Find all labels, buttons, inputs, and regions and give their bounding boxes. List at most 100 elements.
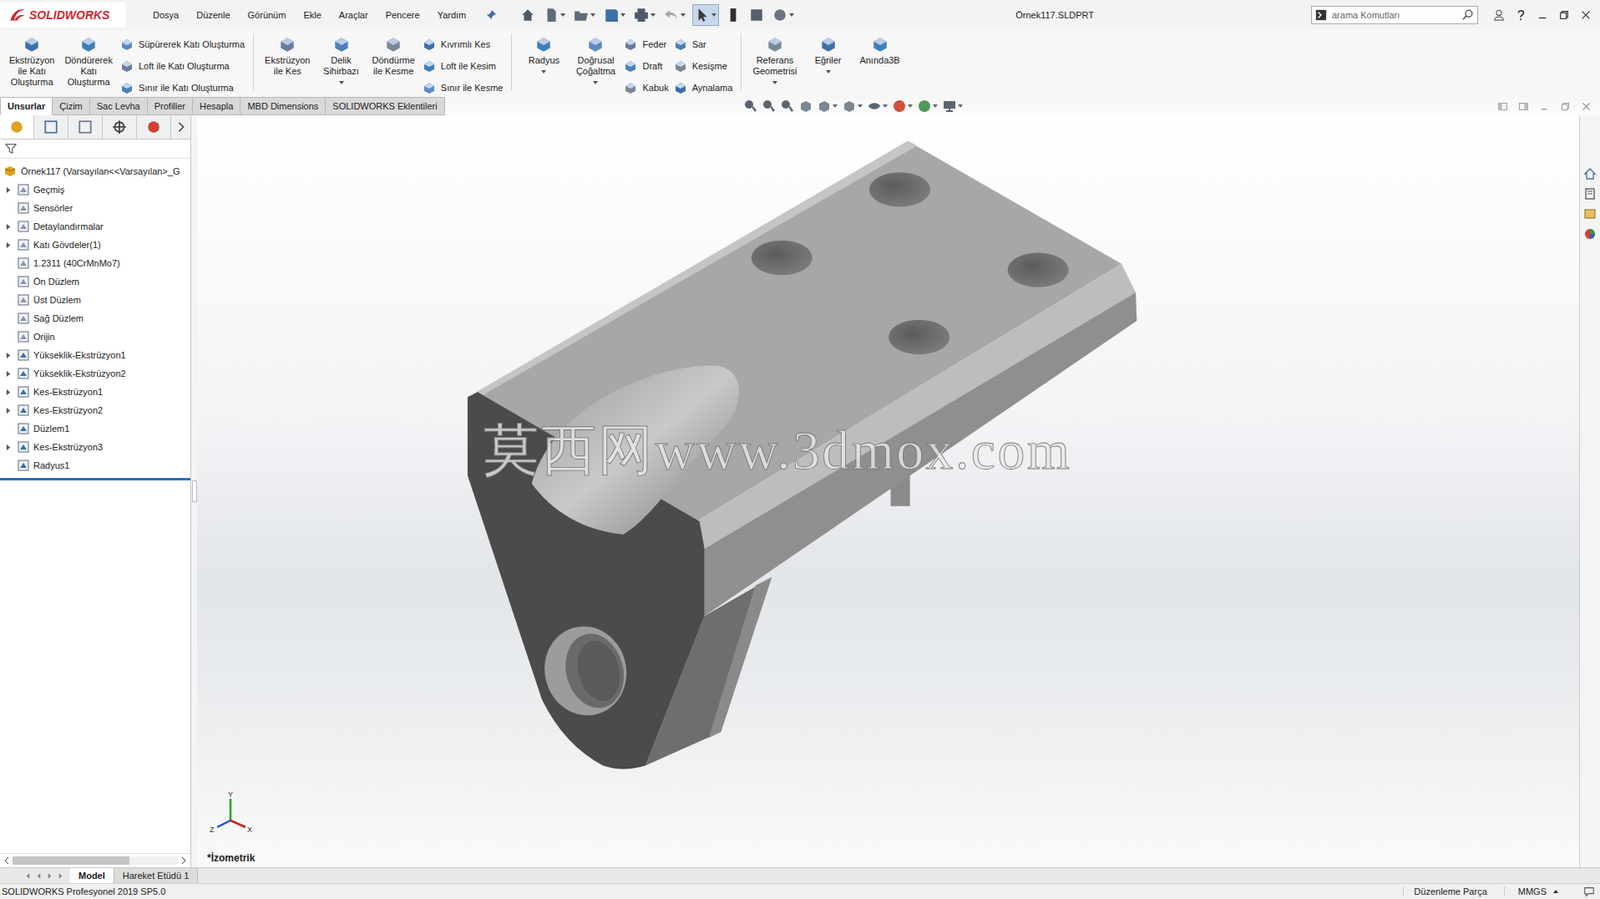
view-tool-button[interactable]: [762, 99, 776, 113]
scroll-left-icon[interactable]: [3, 855, 11, 865]
close-icon[interactable]: [1579, 9, 1592, 21]
command-button[interactable]: DöndürerekKatıOluşturma: [61, 33, 115, 90]
search-box[interactable]: arama Komutları: [1311, 5, 1479, 25]
tree-item[interactable]: Detaylandırmalar: [0, 217, 191, 236]
command-tab[interactable]: Hesapla: [192, 96, 241, 116]
appearances-icon[interactable]: [1583, 227, 1597, 241]
command-button[interactable]: Ekstrüzyonile Kes: [262, 33, 313, 79]
menu-item[interactable]: Ekle: [303, 10, 321, 21]
scroll-thumb[interactable]: [12, 855, 130, 865]
app-logo[interactable]: SOLIDWORKS: [0, 2, 126, 28]
command-button[interactable]: DoğrusalÇoğaltma: [572, 33, 619, 87]
tab-nav-arrow-icon[interactable]: [25, 871, 31, 880]
menu-item[interactable]: Pencere: [385, 10, 421, 21]
tab-nav-arrow-icon[interactable]: [46, 871, 53, 880]
toolbar-button[interactable]: [770, 5, 796, 26]
tree-item[interactable]: Kes-Ekstrüzyon1: [0, 382, 191, 401]
toolbar-button[interactable]: [662, 5, 688, 26]
toolbar-button[interactable]: [747, 5, 766, 26]
command-button[interactable]: Aynalama: [673, 79, 734, 97]
command-button[interactable]: ReferansGeometrisi: [749, 33, 800, 87]
dropdown-caret-icon[interactable]: [592, 81, 598, 85]
expand-arrow-icon[interactable]: [5, 222, 12, 231]
command-button[interactable]: Feder: [623, 35, 669, 53]
command-button[interactable]: Ekstrüzyonile KatıOluşturma: [6, 33, 57, 90]
tree-item[interactable]: Katı Gövdeler(1): [0, 235, 191, 254]
expand-arrow-icon[interactable]: [5, 406, 12, 415]
view-tool-button[interactable]: [892, 99, 913, 113]
toolbar-button[interactable]: [632, 5, 658, 26]
expand-arrow-icon[interactable]: [5, 351, 12, 360]
view-tool-button[interactable]: [867, 99, 888, 113]
tree-item[interactable]: Ön Düzlem: [0, 272, 191, 291]
menu-item[interactable]: Düzenle: [196, 10, 230, 21]
tree-item[interactable]: Sağ Düzlem: [0, 308, 191, 328]
command-button[interactable]: Anında3B: [856, 33, 904, 68]
tab-nav-arrow-icon[interactable]: [57, 871, 64, 880]
doc-close-icon[interactable]: [1580, 101, 1592, 112]
expand-arrow-icon[interactable]: [5, 388, 12, 396]
resources-home-icon[interactable]: [1583, 167, 1597, 181]
panel-tab[interactable]: [68, 115, 103, 139]
dropdown-caret-icon[interactable]: [541, 70, 547, 74]
command-button[interactable]: Sınır ile Katı Oluşturma: [120, 79, 245, 97]
tree-item[interactable]: Orijin: [0, 327, 191, 346]
tree-item[interactable]: Yükseklik-Ekstrüzyon1: [0, 345, 191, 365]
menu-item[interactable]: Yardım: [437, 10, 467, 21]
tree-item[interactable]: Kes-Ekstrüzyon3: [0, 437, 191, 456]
command-button[interactable]: Sınır ile Kesme: [422, 79, 504, 97]
toolbar-button[interactable]: [572, 5, 598, 26]
tree-item[interactable]: Yükseklik-Ekstrüzyon2: [0, 364, 191, 383]
command-button[interactable]: Sar: [673, 35, 734, 53]
menu-item[interactable]: Dosya: [152, 10, 179, 21]
panel-tab[interactable]: [136, 115, 172, 139]
help-icon[interactable]: [1514, 9, 1527, 21]
splitter-grip[interactable]: [192, 480, 198, 502]
tree-item[interactable]: Geçmiş: [0, 180, 191, 199]
scroll-right-icon[interactable]: [180, 855, 188, 865]
minimize-icon[interactable]: [1536, 9, 1549, 21]
tree-root[interactable]: Örnek117 (Varsayılan<<Varsayılan>_G: [0, 162, 191, 181]
tree-item[interactable]: Düzlem1: [0, 419, 191, 438]
dropdown-caret-icon[interactable]: [825, 70, 831, 74]
tree-item[interactable]: Sensörler: [0, 198, 191, 218]
doc-restore-icon[interactable]: [1559, 101, 1571, 112]
model-tab[interactable]: Model: [70, 867, 115, 883]
expand-arrow-icon[interactable]: [5, 241, 12, 249]
unit-system[interactable]: MMGS: [1503, 886, 1584, 897]
menu-item[interactable]: Görünüm: [248, 10, 287, 21]
command-tab[interactable]: Sac Levha: [90, 96, 148, 116]
toolbar-button[interactable]: [518, 5, 537, 26]
command-tab[interactable]: MBD Dimensions: [240, 96, 326, 116]
menu-item[interactable]: Araçlar: [339, 10, 369, 21]
panel-tab[interactable]: [102, 115, 137, 139]
filter-icon[interactable]: [5, 142, 17, 155]
tree-item[interactable]: Radyus1: [0, 455, 191, 475]
view-tool-button[interactable]: [842, 99, 863, 113]
view-tool-button[interactable]: [744, 99, 758, 113]
command-tab[interactable]: Çizim: [52, 96, 91, 116]
command-button[interactable]: Kıvrımlı Kes: [422, 35, 504, 53]
view-tool-button[interactable]: [917, 99, 938, 113]
horizontal-scrollbar[interactable]: [0, 852, 191, 867]
command-button[interactable]: Süpürerek Katı Oluşturma: [120, 35, 245, 53]
chevron-right-icon[interactable]: [177, 121, 186, 133]
toolbar-button[interactable]: [541, 5, 568, 26]
command-button[interactable]: Loft ile Katı Oluşturma: [120, 57, 245, 75]
panel-tab[interactable]: [34, 115, 69, 139]
graphics-area[interactable]: 莫西网www.3dmox.comYXZ*İzometrik: [197, 115, 1580, 867]
panel-splitter[interactable]: [191, 115, 198, 867]
file-explorer-icon[interactable]: [1583, 207, 1597, 221]
dropdown-caret-icon[interactable]: [339, 81, 345, 85]
command-button[interactable]: Draft: [623, 57, 669, 75]
rollback-bar[interactable]: [0, 477, 191, 481]
view-tool-button[interactable]: [780, 99, 795, 113]
restore-icon[interactable]: [1558, 9, 1570, 21]
view-tool-button[interactable]: [942, 99, 963, 113]
tree-item[interactable]: 1.2311 (40CrMnMo7): [0, 253, 191, 273]
toolbar-button[interactable]: [602, 5, 628, 26]
doc-minimize-icon[interactable]: [1539, 101, 1550, 112]
command-button[interactable]: Kabuk: [623, 79, 669, 97]
command-tab[interactable]: Profiller: [147, 96, 193, 116]
chat-icon[interactable]: [1583, 885, 1595, 897]
